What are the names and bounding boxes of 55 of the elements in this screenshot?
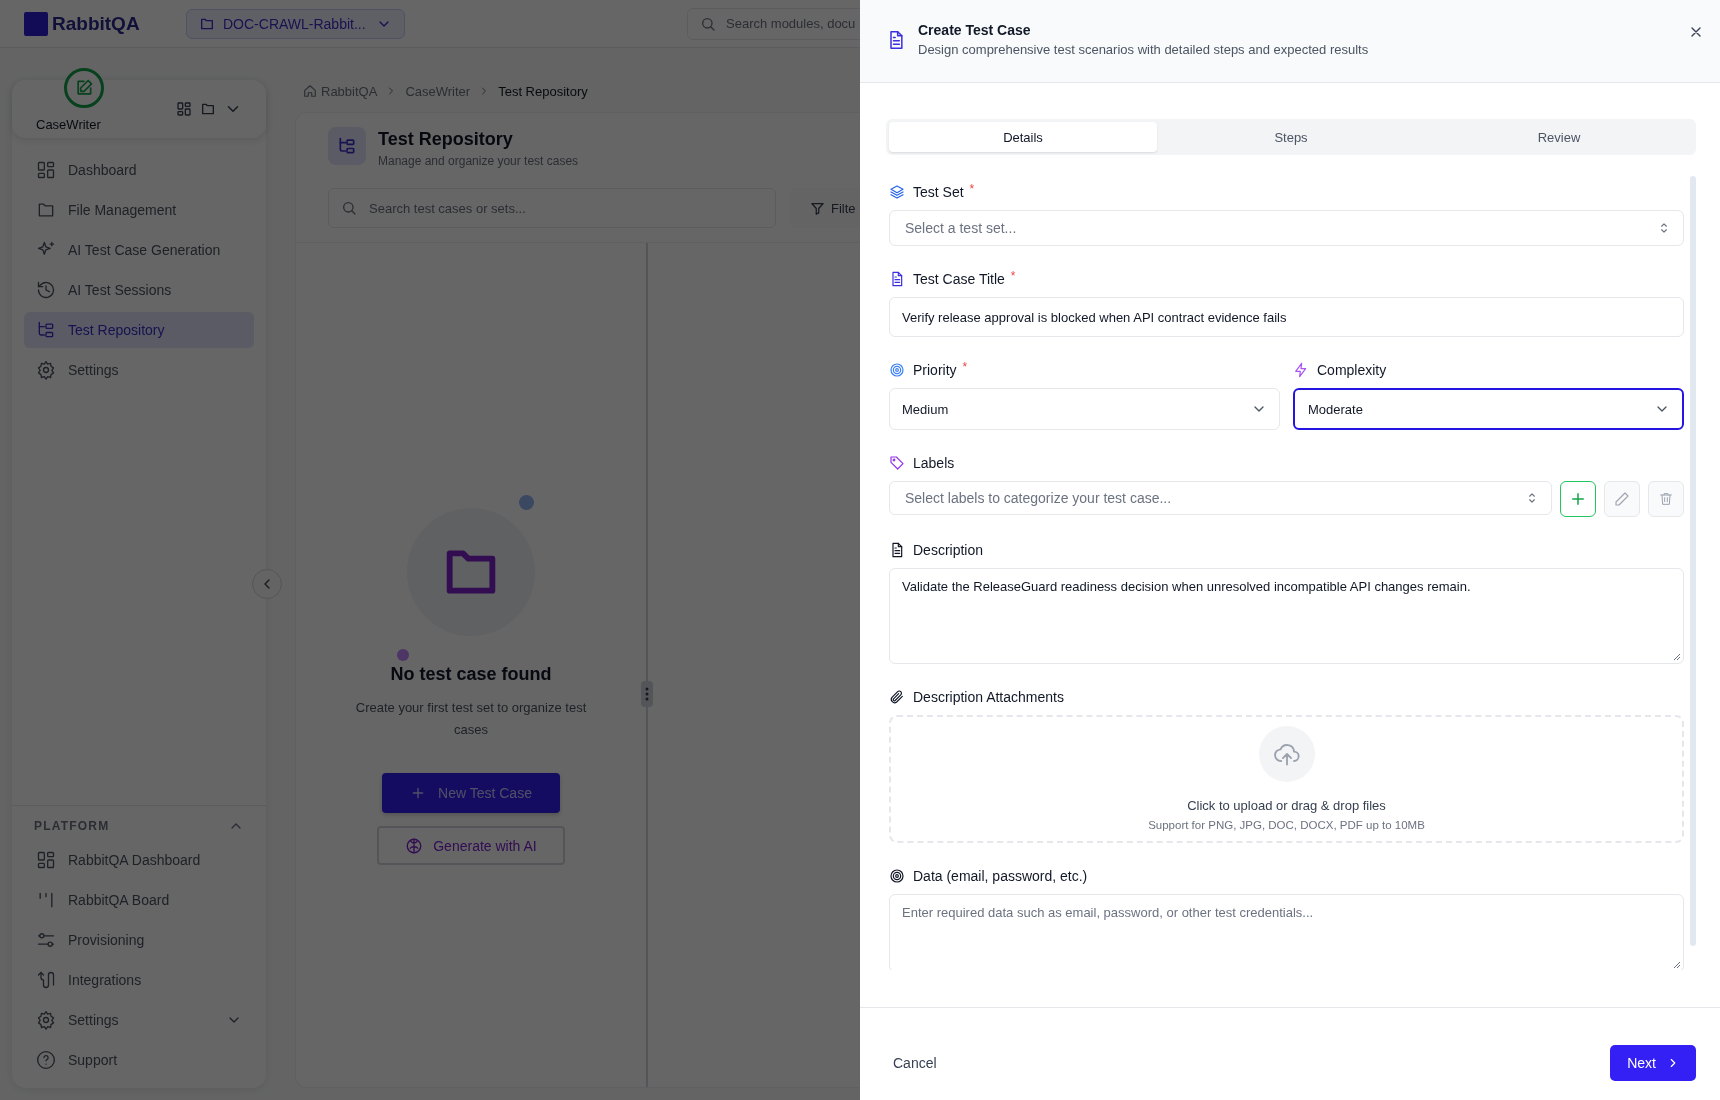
cancel-button[interactable]: Cancel [885,1051,945,1075]
sidebar-item[interactable]: Settings [24,352,254,388]
next-button[interactable]: Next [1610,1045,1696,1081]
page-subtitle: Manage and organize your test cases [378,154,579,168]
text-area[interactable]: Validate the ReleaseGuard readiness decision when unresolved incompatible API changes remain. [889,568,1684,664]
dialog-subtitle: Design comprehensive test scenarios with detailed steps and expected results [918,42,1370,57]
sidebar-item[interactable]: Support [24,1042,254,1078]
empty-description: Create your first test set to organize test cases [354,699,588,739]
empty-title: No test case found [390,664,552,685]
field-label: Test Set [913,184,964,200]
project-selector[interactable]: DOC-CRAWL-Rabbit... [186,8,405,39]
field-label: Test Case Title [913,271,1005,287]
search-field[interactable]: Search test cases or sets... [328,188,776,228]
logo-text: RabbitQA [52,12,140,35]
sidebar-item[interactable]: Test Repository [24,312,254,348]
sidebar-item[interactable]: Settings [24,1002,254,1038]
required-marker: * [969,182,975,196]
tab[interactable]: Steps [1157,122,1425,152]
global-search-field[interactable]: Search modules, docu [687,7,860,40]
module-name: CaseWriter [36,117,102,132]
breadcrumb-link[interactable]: RabbitQA [303,83,378,99]
sidebar-item[interactable]: AI Test Case Generation [24,232,254,268]
sidebar-item[interactable]: RabbitQA Board [24,882,254,918]
field-label: Labels [913,455,955,471]
sidebar-item[interactable]: Dashboard [24,152,254,188]
dropdown[interactable]: Moderate [1293,388,1684,430]
breadcrumb-link[interactable]: CaseWriter [405,83,471,99]
section-title: PLATFORM [34,819,110,833]
field-label: Description Attachments [913,689,1064,705]
required-marker: * [962,360,968,374]
dropdown[interactable]: Medium [889,388,1280,430]
tab[interactable]: Review [1425,122,1693,152]
tab[interactable]: Details [889,122,1157,152]
sidebar-item[interactable]: File Management [24,192,254,228]
upload-hint: Support for PNG, JPG, DOC, DOCX, PDF up to 10MB [1148,819,1425,831]
field-label: Complexity [1317,362,1387,378]
field-label: Description [913,542,984,558]
generate-ai-button[interactable]: Generate with AI [377,826,565,865]
field-label: Priority [913,362,957,378]
test-set-select[interactable]: Select a test set... [889,210,1684,246]
input-field[interactable]: Verify release approval is blocked when API contract evidence fails [889,297,1684,337]
text-area[interactable]: Enter required data such as email, password, or other test credentials... [889,894,1684,970]
new-test-case-button[interactable]: New Test Case [382,773,560,813]
upload-prompt: Click to upload or drag & drop files [1187,798,1386,813]
sidebar-item[interactable]: RabbitQA Dashboard [24,842,254,878]
sidebar-item[interactable]: AI Test Sessions [24,272,254,308]
labels-select[interactable]: Select labels to categorize your test case... [889,481,1552,515]
dialog-title: Create Test Case [918,22,1032,38]
required-marker: * [1010,269,1016,283]
upload-dropzone[interactable]: Click to upload or drag & drop files Support for PNG, JPG, DOC, DOCX, PDF up to 10MB [889,715,1684,843]
sidebar-item[interactable]: Provisioning [24,922,254,958]
sidebar-item[interactable]: Integrations [24,962,254,998]
breadcrumb-current: Test Repository [498,83,588,99]
page-title: Test Repository [378,129,514,150]
field-label: Data (email, password, etc.) [913,868,1088,884]
